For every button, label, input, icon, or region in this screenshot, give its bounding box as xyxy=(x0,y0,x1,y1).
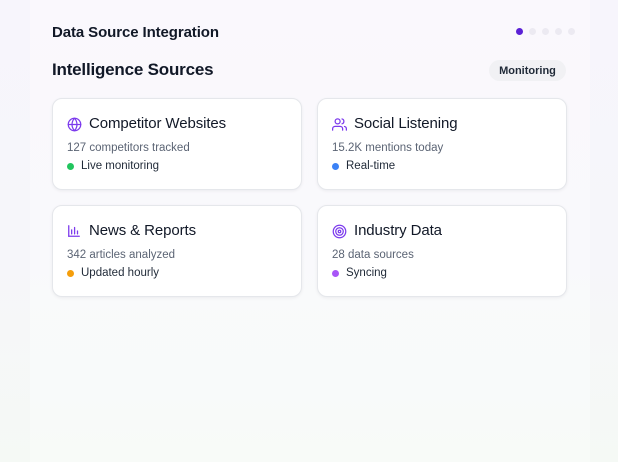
pagination-dot-4[interactable] xyxy=(555,28,562,35)
users-icon xyxy=(331,116,347,132)
source-card-competitor-websites[interactable]: Competitor Websites 127 competitors trac… xyxy=(52,98,302,190)
status-label: Syncing xyxy=(346,267,387,279)
card-detail: 28 data sources xyxy=(332,249,414,261)
card-detail: 15.2K mentions today xyxy=(332,142,444,154)
monitoring-badge: Monitoring xyxy=(489,60,566,81)
status-label: Updated hourly xyxy=(81,267,159,279)
card-detail: 127 competitors tracked xyxy=(67,142,190,154)
card-title: Competitor Websites xyxy=(89,115,227,132)
card-status: Live monitoring xyxy=(67,160,159,172)
card-status: Syncing xyxy=(332,267,387,279)
pagination-dot-5[interactable] xyxy=(568,28,575,35)
card-title: Industry Data xyxy=(354,222,442,239)
card-title: Social Listening xyxy=(354,115,458,132)
bar-chart-icon xyxy=(66,223,82,239)
status-dot xyxy=(332,162,339,170)
status-dot xyxy=(332,269,339,277)
pagination-dot-2[interactable] xyxy=(529,28,536,35)
status-label: Real-time xyxy=(346,160,396,172)
status-dot xyxy=(67,269,74,277)
target-icon xyxy=(331,223,347,239)
section-title: Intelligence Sources xyxy=(52,60,214,79)
card-detail: 342 articles analyzed xyxy=(67,249,176,261)
card-status: Updated hourly xyxy=(67,267,159,279)
pagination-dot-3[interactable] xyxy=(542,28,549,35)
card-status: Real-time xyxy=(332,160,395,172)
globe-icon xyxy=(66,116,82,132)
pagination-dot-1[interactable] xyxy=(516,28,523,35)
card-title: News & Reports xyxy=(89,222,196,239)
source-card-social-listening[interactable]: Social Listening 15.2K mentions today Re… xyxy=(317,98,567,190)
pagination-dots xyxy=(516,28,575,35)
status-dot xyxy=(67,162,74,170)
page-title: Data Source Integration xyxy=(52,24,219,41)
source-card-industry-data[interactable]: Industry Data 28 data sources Syncing xyxy=(317,205,567,297)
source-card-news-reports[interactable]: News & Reports 342 articles analyzed Upd… xyxy=(52,205,302,297)
status-label: Live monitoring xyxy=(81,160,159,172)
